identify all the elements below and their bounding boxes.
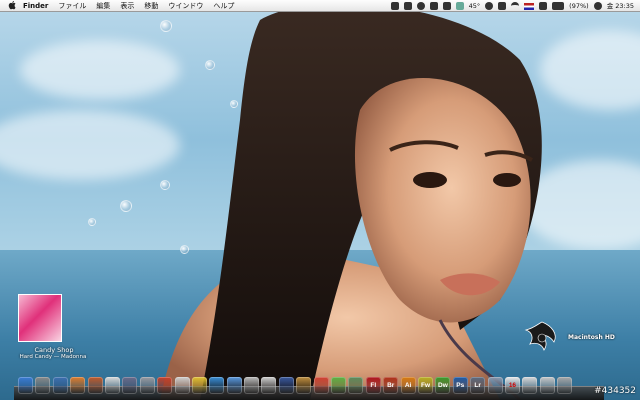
leaf-icon[interactable] [331, 377, 347, 394]
scissors-icon[interactable] [261, 377, 277, 394]
firewall-icon[interactable] [157, 377, 173, 394]
battery-percentage: (97%) [569, 2, 589, 10]
pen-tool-icon[interactable] [122, 377, 138, 394]
menu-app-finder[interactable]: Finder [18, 0, 53, 12]
water-drop [120, 200, 132, 212]
menu-edit[interactable]: 編集 [91, 0, 115, 12]
activity-monitor-icon[interactable] [442, 2, 451, 10]
bridge-icon[interactable]: Br [383, 377, 399, 394]
activity-icon[interactable] [348, 377, 364, 394]
clock-icon[interactable] [593, 2, 602, 10]
flash-icon[interactable]: Fl [365, 377, 381, 394]
battery-icon[interactable] [552, 2, 565, 10]
hd-label[interactable]: Macintosh HD [568, 334, 615, 341]
album-art-widget[interactable] [18, 294, 88, 344]
menu-file[interactable]: ファイル [53, 0, 91, 12]
safari-icon[interactable] [209, 377, 225, 394]
music-note-icon[interactable] [416, 2, 425, 10]
song-title: Candy Shop [34, 346, 74, 354]
ipod-icon[interactable] [244, 377, 260, 394]
timer-icon[interactable] [403, 2, 412, 10]
wifi-icon[interactable] [511, 2, 520, 10]
photoshop-icon[interactable]: Ps [452, 377, 468, 394]
menu-view[interactable]: 表示 [115, 0, 139, 12]
menu-help[interactable]: ヘルプ [208, 0, 239, 12]
fireworks-icon[interactable]: Fw [417, 377, 433, 394]
status-area: 45° (97%) 金 23:35 [390, 0, 634, 12]
image-id-watermark: #434352 [594, 386, 636, 396]
temperature-readout: 45° [468, 2, 481, 10]
song-artist: Hard Candy — Madonna [19, 354, 87, 360]
itunes-icon[interactable] [226, 377, 242, 394]
finder-shortcut-icon[interactable] [313, 377, 329, 394]
mail-icon[interactable] [429, 2, 438, 10]
weather-icon[interactable] [455, 2, 464, 10]
volume-icon[interactable] [539, 2, 548, 10]
chat-icon[interactable] [487, 377, 503, 394]
finder-icon[interactable] [18, 377, 33, 394]
scanner-icon[interactable] [174, 377, 190, 394]
disk-icon[interactable] [390, 2, 399, 10]
illustrator-icon[interactable]: Ai [400, 377, 416, 394]
input-source-flag-icon[interactable] [524, 2, 535, 10]
lightroom-icon[interactable]: Lr [470, 377, 486, 394]
text-editor-icon[interactable] [104, 377, 120, 394]
utilities-icon[interactable] [52, 377, 68, 394]
script-icon[interactable] [139, 377, 155, 394]
time-machine-icon[interactable] [485, 2, 494, 10]
system-preferences-icon[interactable] [35, 377, 51, 394]
portrait-image [160, 3, 542, 400]
menu-window[interactable]: ウインドウ [163, 0, 208, 12]
bluetooth-icon[interactable] [498, 2, 507, 10]
apple-icon[interactable] [6, 0, 18, 11]
photo-icon[interactable] [87, 377, 103, 394]
water-drop [88, 218, 96, 226]
dreamweaver-icon[interactable]: Dw [435, 377, 451, 394]
menu-clock[interactable]: 金 23:35 [607, 0, 634, 12]
script-editor-icon[interactable] [296, 377, 312, 394]
calendar-icon[interactable]: 16 [504, 377, 520, 394]
automator-icon[interactable] [70, 377, 86, 394]
clock-icon[interactable] [522, 377, 538, 394]
album-cover [18, 294, 62, 342]
tribal-logo [524, 321, 556, 351]
pen-icon[interactable] [278, 377, 294, 394]
trash-icon[interactable] [557, 377, 573, 394]
chrome-icon[interactable] [191, 377, 207, 394]
menu-bar: Finder ファイル 編集 表示 移動 ウインドウ ヘルプ 45° (97%)… [0, 0, 640, 12]
network-icon[interactable] [539, 377, 555, 394]
menu-go[interactable]: 移動 [139, 0, 163, 12]
dock: Fl Br Ai Fw Dw Ps Lr 16 [18, 370, 573, 394]
